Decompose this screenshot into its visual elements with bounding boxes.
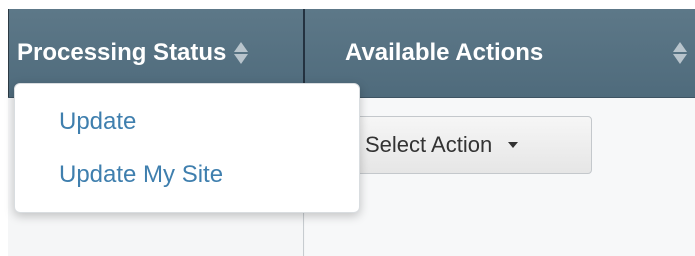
dropdown-item-update-my-site[interactable]: Update My Site: [59, 161, 223, 189]
column-header-available-actions[interactable]: Available Actions: [305, 9, 695, 97]
top-margin: [0, 0, 695, 9]
dropdown-item-update[interactable]: Update: [59, 108, 136, 136]
select-action-button[interactable]: Select Action: [344, 116, 592, 174]
left-margin: [0, 9, 8, 256]
column-title-processing-status: Processing Status: [17, 39, 227, 66]
sort-arrows-icon[interactable]: [673, 41, 687, 65]
processing-status-dropdown-menu: Update Update My Site: [14, 83, 360, 213]
column-title-available-actions: Available Actions: [345, 39, 544, 66]
select-action-label: Select Action: [365, 132, 493, 157]
table-frame: Processing Status Available Actions Sele…: [0, 0, 695, 256]
sort-arrows-icon[interactable]: [234, 41, 249, 65]
caret-down-icon: [508, 142, 519, 148]
